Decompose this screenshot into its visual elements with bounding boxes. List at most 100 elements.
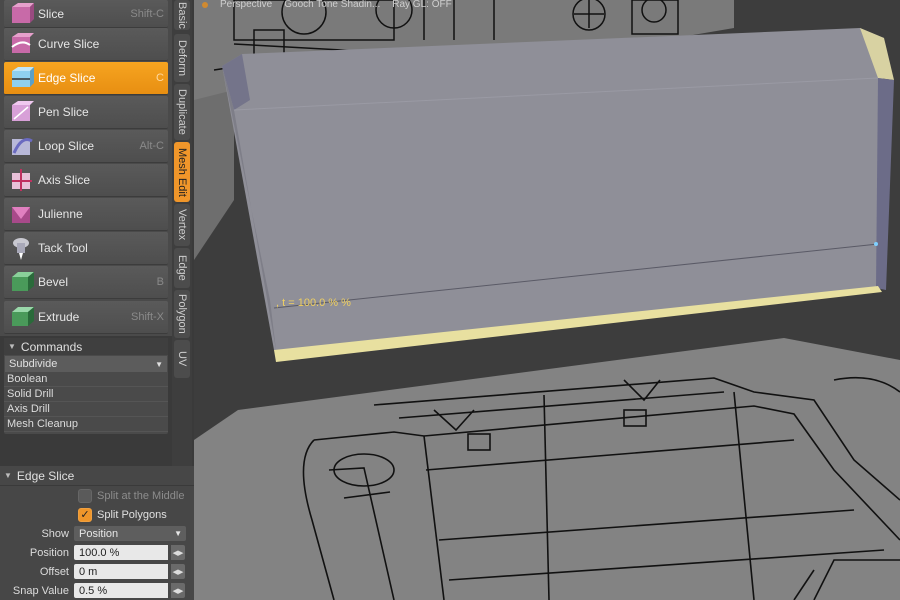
curve-slice-icon xyxy=(11,33,34,53)
command-mesh-cleanup[interactable]: Mesh Cleanup xyxy=(4,417,168,432)
julienne-icon xyxy=(12,207,30,223)
tool-label: Julienne xyxy=(38,207,83,221)
tool-pen-slice-button[interactable]: Pen Slice xyxy=(4,96,168,129)
tool-label: Axis Slice xyxy=(38,173,91,187)
tool-slice-button[interactable]: Slice Shift-C xyxy=(4,0,168,28)
position-label: Position xyxy=(29,546,69,559)
offset-field[interactable]: 0 m xyxy=(74,564,168,579)
tab-label: Duplicate xyxy=(176,89,188,135)
tab-label: UV xyxy=(176,351,188,367)
chevron-down-icon: ▼ xyxy=(155,359,163,369)
tab-label: Mesh Edit xyxy=(176,147,188,197)
tool-label: Curve Slice xyxy=(38,37,100,51)
commands-header-label: Commands xyxy=(20,339,83,354)
edge-slice-icon xyxy=(12,67,34,87)
tool-label: Extrude xyxy=(38,310,80,324)
tab-basic[interactable]: Basic xyxy=(174,0,190,30)
bevel-icon xyxy=(12,272,34,291)
collapse-triangle-icon: ▼ xyxy=(8,342,16,351)
collapse-triangle-icon: ▼ xyxy=(4,471,12,480)
pen-slice-icon xyxy=(12,101,34,121)
offset-row: Offset 0 m ◀▶ xyxy=(0,562,194,581)
tool-shortcut: Alt-C xyxy=(139,140,164,152)
tab-polygon[interactable]: Polygon xyxy=(174,290,190,338)
split-middle-row: Split at the Middle xyxy=(0,486,194,505)
view-mode-label[interactable]: Perspective xyxy=(220,0,272,10)
tool-julienne-button[interactable]: Julienne xyxy=(4,198,168,231)
show-dropdown-value: Position xyxy=(79,527,119,540)
position-stepper[interactable]: ◀▶ xyxy=(171,545,185,560)
tool-palette: Slice Shift-C Curve Slice Edge Slice C Pen Sl… xyxy=(0,0,172,336)
tool-shortcut: Shift-X xyxy=(130,311,164,323)
command-axis-drill[interactable]: Axis Drill xyxy=(4,402,168,417)
tool-tack-tool-button[interactable]: Tack Tool xyxy=(4,232,168,265)
extrude-icon xyxy=(12,307,34,326)
axis-slice-icon xyxy=(12,169,32,191)
show-label: Show xyxy=(41,527,69,540)
tab-label: Vertex xyxy=(176,209,188,241)
command-solid-drill[interactable]: Solid Drill xyxy=(4,387,168,402)
split-polygons-row: ✓ Split Polygons xyxy=(0,505,194,524)
tool-shortcut: C xyxy=(156,72,164,84)
tool-label: Edge Slice xyxy=(38,71,96,85)
position-field[interactable]: 100.0 % xyxy=(74,545,168,560)
tool-edge-slice-button[interactable]: Edge Slice C xyxy=(4,62,168,95)
loop-slice-icon xyxy=(12,138,33,155)
stepper-arrows-icon: ◀▶ xyxy=(172,549,184,557)
commands-header[interactable]: ▼ Commands xyxy=(4,338,168,355)
tab-mesh-edit[interactable]: Mesh Edit xyxy=(174,142,190,202)
command-list: Boolean Solid Drill Axis Drill Mesh Cleanup xyxy=(4,372,168,432)
properties-header[interactable]: ▼ Edge Slice xyxy=(0,466,194,486)
commands-section: ▼ Commands Subdivide ▼ Boolean Solid Dril… xyxy=(4,338,168,434)
show-row: Show Position ▼ xyxy=(0,524,194,543)
stepper-arrows-icon: ◀▶ xyxy=(172,568,184,576)
shading-mode-label[interactable]: Gooch Tone Shadin... xyxy=(284,0,380,10)
snap-value-label: Snap Value xyxy=(12,584,69,597)
viewport-menu-dot[interactable] xyxy=(202,2,208,8)
tool-label: Pen Slice xyxy=(38,105,89,119)
edge-slice-properties: ▼ Edge Slice Split at the Middle ✓ Split… xyxy=(0,466,194,600)
offset-stepper[interactable]: ◀▶ xyxy=(171,564,185,579)
tab-edge[interactable]: Edge xyxy=(174,248,190,288)
tool-loop-slice-button[interactable]: Loop Slice Alt-C xyxy=(4,130,168,163)
show-dropdown[interactable]: Position ▼ xyxy=(74,526,186,541)
snap-value-stepper[interactable]: ◀▶ xyxy=(171,583,185,598)
tab-label: Polygon xyxy=(176,294,188,334)
tool-axis-slice-button[interactable]: Axis Slice xyxy=(4,164,168,197)
snap-value-row: Snap Value 0.5 % ◀▶ xyxy=(0,581,194,600)
tab-deform[interactable]: Deform xyxy=(174,34,190,82)
reference-plane-left xyxy=(194,90,234,260)
slice-position-readout: , t = 100.0 % % xyxy=(276,297,351,309)
slice-icon xyxy=(12,2,34,23)
tab-label: Deform xyxy=(176,39,188,77)
subdivide-dropdown[interactable]: Subdivide ▼ xyxy=(5,356,167,372)
tab-duplicate[interactable]: Duplicate xyxy=(174,84,190,140)
position-row: Position 100.0 % ◀▶ xyxy=(0,543,194,562)
tool-label: Slice xyxy=(38,6,65,21)
subdivide-dropdown-value: Subdivide xyxy=(9,358,58,370)
ray-gl-label[interactable]: Ray GL: OFF xyxy=(392,0,451,10)
split-middle-checkbox[interactable] xyxy=(78,488,92,503)
floor-plane xyxy=(194,338,900,600)
command-boolean[interactable]: Boolean xyxy=(4,372,168,387)
tool-extrude-button[interactable]: Extrude Shift-X xyxy=(4,301,168,334)
tool-label: Bevel xyxy=(38,275,69,289)
tab-uv[interactable]: UV xyxy=(174,340,190,378)
properties-header-label: Edge Slice xyxy=(16,468,75,483)
mesh-right-side xyxy=(876,78,894,290)
tab-label: Basic xyxy=(176,1,188,29)
snap-value-field[interactable]: 0.5 % xyxy=(74,583,168,598)
tab-label: Edge xyxy=(176,255,188,281)
tool-label: Loop Slice xyxy=(38,139,95,153)
slice-vertex-handle[interactable] xyxy=(874,242,878,246)
tool-shortcut: B xyxy=(156,276,164,288)
tab-vertex[interactable]: Vertex xyxy=(174,204,190,246)
chevron-down-icon: ▼ xyxy=(174,529,182,538)
stepper-arrows-icon: ◀▶ xyxy=(172,587,184,595)
tool-label: Tack Tool xyxy=(38,241,88,255)
split-middle-label: Split at the Middle xyxy=(97,489,185,502)
split-polygons-checkbox[interactable]: ✓ xyxy=(78,507,92,522)
tool-curve-slice-button[interactable]: Curve Slice xyxy=(4,28,168,61)
tool-bevel-button[interactable]: Bevel B xyxy=(4,266,168,299)
split-polygons-label: Split Polygons xyxy=(97,508,167,521)
